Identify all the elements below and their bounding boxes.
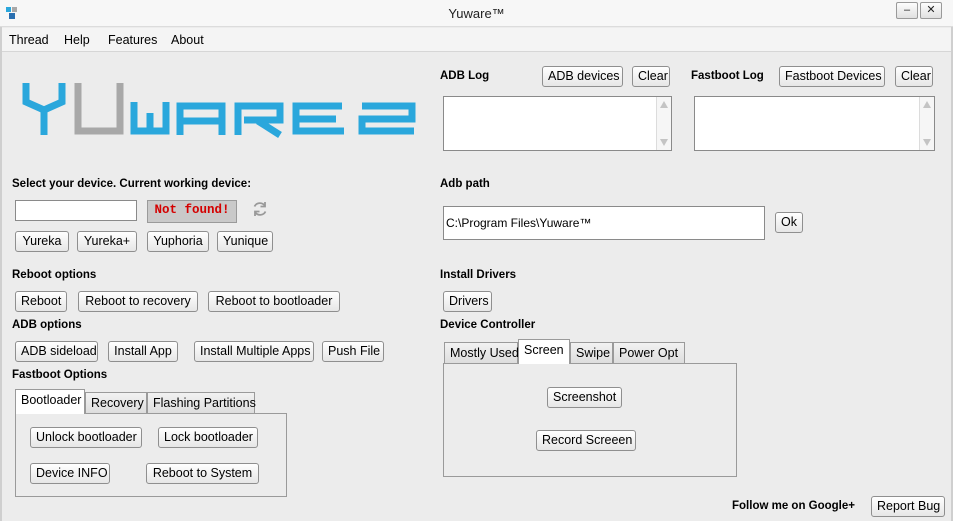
adb-path-input[interactable] bbox=[443, 206, 765, 240]
adb-log-label: ADB Log bbox=[440, 70, 490, 82]
fastboot-log-textarea[interactable] bbox=[694, 96, 935, 151]
minimize-button[interactable]: – bbox=[896, 2, 918, 19]
tab-screen[interactable]: Screen bbox=[518, 339, 570, 364]
device-controller-label: Device Controller bbox=[440, 319, 536, 331]
menu-help[interactable]: Help bbox=[64, 33, 90, 47]
lock-bootloader-button[interactable]: Lock bootloader bbox=[158, 427, 258, 448]
yureka-plus-button[interactable]: Yureka+ bbox=[77, 231, 137, 252]
install-multiple-apps-button[interactable]: Install Multiple Apps bbox=[194, 341, 314, 362]
refresh-icon[interactable] bbox=[251, 200, 269, 218]
yuphoria-button[interactable]: Yuphoria bbox=[147, 231, 209, 252]
install-drivers-label: Install Drivers bbox=[440, 269, 517, 281]
fastboot-tab-panel bbox=[15, 413, 287, 497]
device-status: Not found! bbox=[147, 200, 237, 223]
fastboot-log-label: Fastboot Log bbox=[691, 70, 764, 82]
drivers-button[interactable]: Drivers bbox=[443, 291, 492, 312]
fastboot-options-label: Fastboot Options bbox=[12, 369, 108, 381]
reboot-recovery-button[interactable]: Reboot to recovery bbox=[78, 291, 198, 312]
reboot-to-system-button[interactable]: Reboot to System bbox=[146, 463, 259, 484]
fastboot-log-scrollbar[interactable] bbox=[919, 97, 934, 150]
adb-log-clear-button[interactable]: Clear bbox=[632, 66, 670, 87]
tab-recovery[interactable]: Recovery bbox=[85, 392, 147, 414]
reboot-bootloader-button[interactable]: Reboot to bootloader bbox=[208, 291, 340, 312]
device-controller-tab-panel bbox=[443, 363, 737, 477]
fastboot-devices-button[interactable]: Fastboot Devices bbox=[779, 66, 885, 87]
menu-thread[interactable]: Thread bbox=[9, 33, 49, 47]
window-title: Yuware™ bbox=[448, 6, 505, 21]
adb-log-textarea[interactable] bbox=[443, 96, 672, 151]
scroll-down-icon[interactable] bbox=[660, 139, 668, 146]
adb-log-scrollbar[interactable] bbox=[656, 97, 671, 150]
adb-path-ok-button[interactable]: Ok bbox=[775, 212, 803, 233]
device-label: Select your device. Current working devi… bbox=[12, 178, 252, 190]
yuware-logo bbox=[22, 83, 416, 138]
scroll-up-icon[interactable] bbox=[923, 101, 931, 108]
tab-power-opt[interactable]: Power Opt bbox=[613, 342, 685, 364]
record-screen-button[interactable]: Record Screeen bbox=[536, 430, 636, 451]
adb-path-label: Adb path bbox=[440, 178, 490, 190]
follow-google-plus-label[interactable]: Follow me on Google+ bbox=[732, 500, 855, 512]
tab-mostly-used[interactable]: Mostly Used bbox=[444, 342, 519, 364]
device-input[interactable] bbox=[15, 200, 137, 221]
yureka-button[interactable]: Yureka bbox=[15, 231, 69, 252]
reboot-options-label: Reboot options bbox=[12, 269, 97, 281]
screenshot-button[interactable]: Screenshot bbox=[547, 387, 622, 408]
scroll-down-icon[interactable] bbox=[923, 139, 931, 146]
yunique-button[interactable]: Yunique bbox=[217, 231, 273, 252]
reboot-button[interactable]: Reboot bbox=[15, 291, 67, 312]
adb-options-label: ADB options bbox=[12, 319, 82, 331]
menu-about[interactable]: About bbox=[171, 33, 204, 47]
adb-devices-button[interactable]: ADB devices bbox=[542, 66, 623, 87]
push-file-button[interactable]: Push File bbox=[322, 341, 384, 362]
menu-bar: Thread Help Features About bbox=[0, 28, 953, 52]
window-frame-left bbox=[0, 27, 2, 521]
tab-swipe[interactable]: Swipe bbox=[570, 342, 613, 364]
adb-sideload-button[interactable]: ADB sideload bbox=[15, 341, 98, 362]
tab-flashing-partitions[interactable]: Flashing Partitions bbox=[147, 392, 256, 414]
fastboot-log-clear-button[interactable]: Clear bbox=[895, 66, 933, 87]
unlock-bootloader-button[interactable]: Unlock bootloader bbox=[30, 427, 142, 448]
report-bug-button[interactable]: Report Bug bbox=[871, 496, 945, 517]
device-info-button[interactable]: Device INFO bbox=[30, 463, 110, 484]
close-button[interactable]: ✕ bbox=[920, 2, 942, 19]
tab-bootloader[interactable]: Bootloader bbox=[15, 389, 85, 414]
install-app-button[interactable]: Install App bbox=[108, 341, 178, 362]
scroll-up-icon[interactable] bbox=[660, 101, 668, 108]
menu-features[interactable]: Features bbox=[108, 33, 157, 47]
title-bar: Yuware™ – ✕ bbox=[0, 0, 953, 27]
